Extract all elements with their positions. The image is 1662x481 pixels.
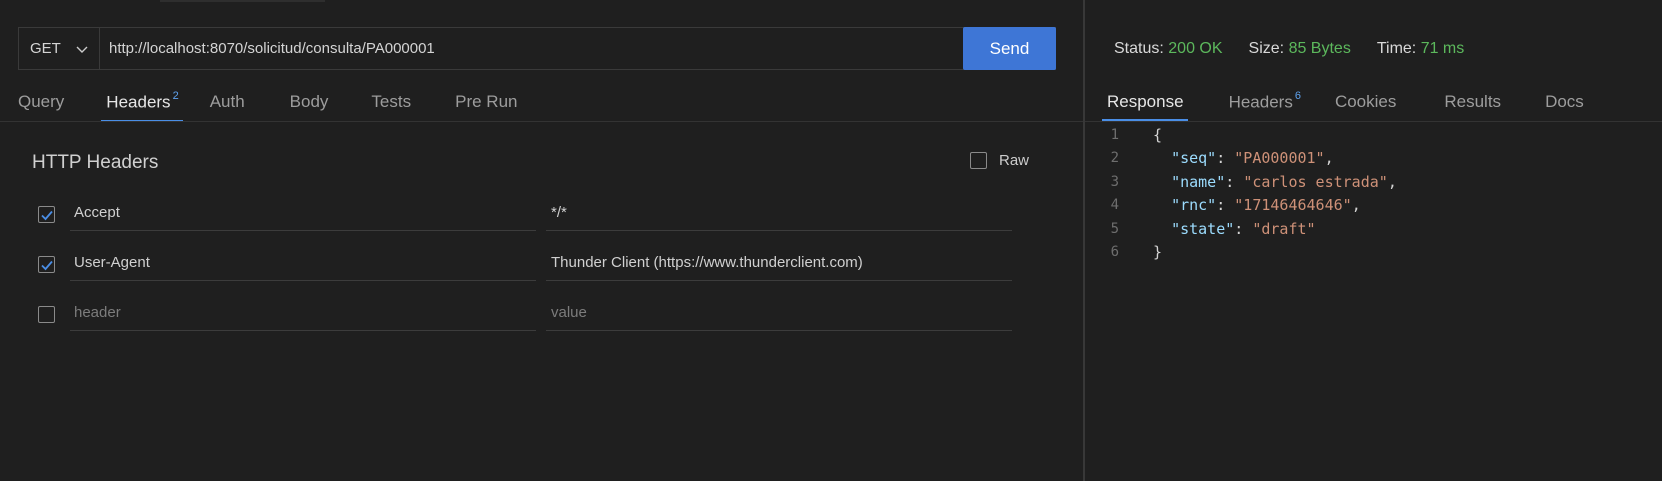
header-row: User-Agent Thunder Client (https://www.t… (0, 244, 1083, 294)
header-row-checkbox[interactable] (38, 206, 55, 223)
code-line: 2 "seq": "PA000001", (1085, 147, 1397, 171)
line-number: 3 (1110, 173, 1119, 190)
raw-label: Raw (999, 152, 1030, 169)
check-icon (40, 260, 53, 270)
code-line: 3 "name": "carlos estrada", (1085, 170, 1397, 194)
url-input[interactable]: http://localhost:8070/solicitud/consulta… (100, 28, 963, 69)
tab-cookies[interactable]: Cookies (1335, 92, 1396, 121)
header-value-field[interactable]: Thunder Client (https://www.thunderclien… (546, 244, 1012, 281)
method-select[interactable]: GET (19, 28, 100, 69)
response-panel: Status: 200 OK Size: 85 Bytes Time: 71 m… (1085, 0, 1662, 481)
header-key-input[interactable]: header (70, 294, 536, 331)
status-indicator: Status: 200 OK (1114, 40, 1223, 57)
response-headers-count-badge: 6 (1294, 90, 1301, 102)
json-key: "seq" (1171, 149, 1217, 168)
header-row-new: header value (0, 294, 1083, 344)
request-tabs: Query Headers 2 Auth Body Tests Pre Run (0, 90, 517, 122)
check-icon (40, 210, 53, 220)
response-status-bar: Status: 200 OK Size: 85 Bytes Time: 71 m… (1114, 40, 1464, 58)
json-value: "17146464646" (1234, 196, 1352, 215)
raw-checkbox[interactable] (970, 152, 987, 169)
header-key-field[interactable]: Accept (70, 194, 536, 231)
headers-count-badge: 2 (172, 90, 179, 102)
json-value: "carlos estrada" (1243, 172, 1388, 191)
header-row-checkbox[interactable] (38, 256, 55, 273)
json-key: "rnc" (1171, 196, 1217, 215)
code-line: 5 "state": "draft" (1085, 217, 1397, 241)
line-number: 4 (1110, 197, 1119, 214)
header-row-checkbox[interactable] (38, 306, 55, 323)
tab-body[interactable]: Body (290, 92, 329, 122)
code-line: 4 "rnc": "17146464646", (1085, 194, 1397, 218)
tab-pre-run[interactable]: Pre Run (455, 92, 517, 122)
request-panel: GET http://localhost:8070/solicitud/cons… (0, 0, 1083, 481)
tab-headers[interactable]: Headers 2 (101, 90, 184, 122)
tabs-divider (0, 121, 1083, 122)
method-label: GET (30, 40, 61, 57)
time-indicator: Time: 71 ms (1376, 40, 1465, 57)
tab-results[interactable]: Results (1444, 92, 1501, 121)
response-tabs-divider (1085, 121, 1662, 122)
line-number: 2 (1110, 150, 1119, 167)
line-number: 1 (1110, 126, 1119, 143)
raw-toggle[interactable]: Raw (970, 152, 1029, 169)
header-value-field[interactable]: */* (546, 194, 1012, 231)
tab-docs[interactable]: Docs (1545, 92, 1584, 121)
header-row: Accept */* (0, 194, 1083, 244)
size-indicator: Size: 85 Bytes (1248, 40, 1351, 57)
tab-response[interactable]: Response (1102, 92, 1188, 121)
header-value-input[interactable]: value (546, 294, 1012, 331)
response-tabs: Response Headers 6 Cookies Results Docs (1102, 90, 1584, 121)
tab-query[interactable]: Query (18, 92, 64, 122)
response-body-editor[interactable]: 1 { 2 "seq": "PA000001", 3 "name": "carl… (1085, 123, 1397, 264)
send-button[interactable]: Send (963, 27, 1056, 70)
tab-auth[interactable]: Auth (210, 92, 245, 122)
chevron-down-icon (76, 46, 88, 53)
section-title: HTTP Headers (32, 152, 159, 173)
json-key: "name" (1171, 172, 1226, 191)
tab-response-headers[interactable]: Headers 6 (1229, 90, 1301, 121)
tab-tests[interactable]: Tests (371, 92, 411, 122)
url-bar: GET http://localhost:8070/solicitud/cons… (18, 27, 1056, 70)
json-value: "draft" (1252, 219, 1316, 238)
header-key-field[interactable]: User-Agent (70, 244, 536, 281)
code-line: 6 } (1085, 241, 1397, 265)
json-key: "state" (1171, 219, 1235, 238)
line-number: 5 (1110, 220, 1119, 237)
line-number: 6 (1110, 244, 1119, 261)
json-value: "PA000001" (1234, 149, 1325, 168)
code-line: 1 { (1085, 123, 1397, 147)
